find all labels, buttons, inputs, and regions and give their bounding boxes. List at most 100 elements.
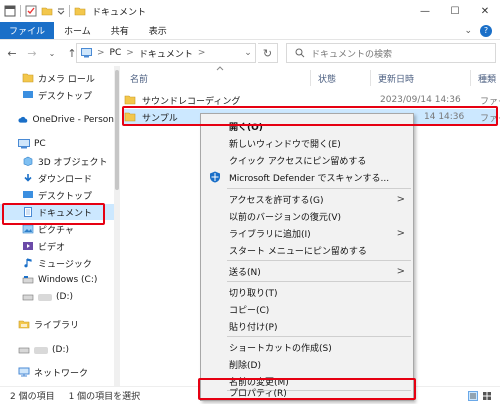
sidebar-item-label: ビデオ xyxy=(38,242,66,253)
drive-icon xyxy=(18,347,30,354)
menu-item-open-new-window[interactable]: 新しいウィンドウで開く(E) xyxy=(201,135,413,151)
network-icon xyxy=(18,367,30,377)
breadcrumb-pc[interactable]: PC xyxy=(110,48,122,58)
sidebar-item-drive-d[interactable]: (D:) xyxy=(0,289,114,305)
sidebar-item-label: (D:) xyxy=(56,292,73,302)
music-icon xyxy=(24,258,32,268)
file-name: サウンドレコーディング xyxy=(142,96,241,107)
submenu-arrow-icon: > xyxy=(396,193,405,205)
column-divider[interactable] xyxy=(470,70,471,86)
menu-item-restore-versions[interactable]: 以前のバージョンの復元(V) xyxy=(201,208,413,224)
cube-icon xyxy=(23,156,33,166)
ribbon-tabs: ファイル ホーム 共有 表示 ⌄ ? xyxy=(0,22,500,40)
sidebar-item-label: OneDrive - Person xyxy=(32,115,114,125)
highlight-properties xyxy=(198,378,416,400)
drive-name-blurred xyxy=(38,293,52,301)
sidebar-item-drive-c[interactable]: Windows (C:) xyxy=(0,272,114,288)
highlight-documents xyxy=(2,203,105,225)
drive-icon xyxy=(22,294,34,301)
context-menu: 開く(O) 新しいウィンドウで開く(E) クイック アクセスにピン留めする Mi… xyxy=(200,113,414,401)
drive-icon xyxy=(22,276,34,284)
maximize-button[interactable]: ☐ xyxy=(440,0,470,22)
sidebar-item-label: デスクトップ xyxy=(38,91,93,102)
sidebar-item-onedrive[interactable]: OneDrive - Person xyxy=(0,112,114,128)
submenu-arrow-icon: > xyxy=(396,227,405,239)
sidebar-item-camera-roll[interactable]: カメラ ロール xyxy=(0,70,114,86)
menu-item-send-to[interactable]: 送る(N) > xyxy=(201,263,413,279)
details-view-icon[interactable] xyxy=(468,390,478,401)
menu-item-add-to-library[interactable]: ライブラリに追加(I) > xyxy=(201,225,413,241)
menu-divider xyxy=(227,188,411,189)
tab-file[interactable]: ファイル xyxy=(0,22,55,39)
highlight-sample-folder xyxy=(122,106,498,126)
chevron-down-icon: ⌄ xyxy=(48,48,56,58)
properties-icon[interactable] xyxy=(25,5,37,17)
sort-chevron-icon xyxy=(216,66,224,71)
sidebar-item-desktop[interactable]: デスクトップ xyxy=(0,87,114,103)
sidebar-item-videos[interactable]: ビデオ xyxy=(0,238,114,254)
submenu-arrow-icon: > xyxy=(396,265,405,277)
recent-locations-button[interactable]: ⌄ xyxy=(44,43,60,63)
menu-item-paste[interactable]: 貼り付け(P) xyxy=(201,318,413,334)
column-header-name[interactable]: 名前 xyxy=(130,70,148,86)
folder-icon xyxy=(22,73,34,83)
sidebar-item-libraries[interactable]: ライブラリ xyxy=(0,316,114,332)
search-box[interactable]: ドキュメントの検索 xyxy=(286,43,496,63)
address-bar[interactable]: > PC > ドキュメント > ⌄ xyxy=(76,43,256,63)
address-dropdown-button[interactable]: ⌄ xyxy=(241,48,255,58)
sidebar-item-drive-d-2[interactable]: (D:) xyxy=(0,342,114,358)
address-row: ← → ⌄ ↑ > PC > ドキュメント > ⌄ ↻ ドキュメントの検索 xyxy=(0,40,500,66)
minimize-button[interactable]: — xyxy=(410,0,440,22)
help-icon[interactable]: ? xyxy=(480,24,492,37)
tab-share[interactable]: 共有 xyxy=(101,22,139,39)
sidebar-item-downloads[interactable]: ダウンロード xyxy=(0,170,114,186)
sidebar-item-label: (D:) xyxy=(52,345,69,355)
sidebar-item-music[interactable]: ミュージック xyxy=(0,255,114,271)
defender-shield-icon xyxy=(210,171,220,183)
column-divider[interactable] xyxy=(310,70,311,86)
new-folder-icon[interactable] xyxy=(41,5,53,17)
desktop-icon xyxy=(23,191,33,198)
sidebar-item-network[interactable]: ネットワーク xyxy=(0,364,114,380)
tab-home[interactable]: ホーム xyxy=(54,22,101,39)
column-header-date[interactable]: 更新日時 xyxy=(378,70,414,86)
sidebar-item-pc[interactable]: PC xyxy=(0,136,114,152)
menu-divider xyxy=(227,281,411,282)
large-icons-view-icon[interactable] xyxy=(482,391,492,401)
chevron-down-icon[interactable] xyxy=(57,7,65,15)
column-header-type[interactable]: 種類 xyxy=(478,70,496,86)
sidebar-item-label: デスクトップ xyxy=(38,191,93,202)
menu-item-grant-access[interactable]: アクセスを許可する(G) > xyxy=(201,191,413,207)
menu-item-label: 送る(N) xyxy=(229,267,261,278)
folder-icon xyxy=(124,95,136,105)
refresh-button[interactable]: ↻ xyxy=(258,43,278,63)
menu-item-cut[interactable]: 切り取り(T) xyxy=(201,284,413,300)
sidebar-item-label: ミュージック xyxy=(38,259,92,270)
breadcrumb-separator: > xyxy=(126,48,134,58)
download-icon xyxy=(24,174,32,182)
menu-item-delete[interactable]: 削除(D) xyxy=(201,356,413,372)
menu-item-label: Microsoft Defender でスキャンする... xyxy=(229,173,390,184)
column-divider[interactable] xyxy=(370,70,371,86)
drive-name-blurred xyxy=(34,346,48,354)
back-button[interactable]: ← xyxy=(4,43,20,63)
menu-item-create-shortcut[interactable]: ショートカットの作成(S) xyxy=(201,339,413,355)
navigation-pane: カメラ ロール デスクトップ OneDrive - Person PC 3D オ… xyxy=(0,66,114,386)
sidebar-item-label: 3D オブジェクト xyxy=(38,157,108,168)
menu-item-copy[interactable]: コピー(C) xyxy=(201,301,413,317)
forward-button[interactable]: → xyxy=(24,43,40,63)
menu-item-pin-start[interactable]: スタート メニューにピン留めする xyxy=(201,242,413,258)
menu-item-defender-scan[interactable]: Microsoft Defender でスキャンする... xyxy=(201,169,413,185)
close-button[interactable]: ✕ xyxy=(470,0,500,22)
tab-view[interactable]: 表示 xyxy=(139,22,177,39)
sidebar-item-label: ダウンロード xyxy=(38,174,93,185)
menu-item-pin-quick-access[interactable]: クイック アクセスにピン留めする xyxy=(201,152,413,168)
scrollbar-thumb[interactable] xyxy=(115,70,119,190)
sidebar-item-desktop-pc[interactable]: デスクトップ xyxy=(0,187,114,203)
column-header-status[interactable]: 状態 xyxy=(318,70,336,86)
pc-icon xyxy=(18,139,30,149)
sidebar-item-3d-objects[interactable]: 3D オブジェクト xyxy=(0,153,114,169)
library-icon xyxy=(18,320,30,329)
breadcrumb-documents[interactable]: ドキュメント xyxy=(139,47,193,60)
ribbon-collapse-button[interactable]: ⌄ xyxy=(464,26,472,36)
